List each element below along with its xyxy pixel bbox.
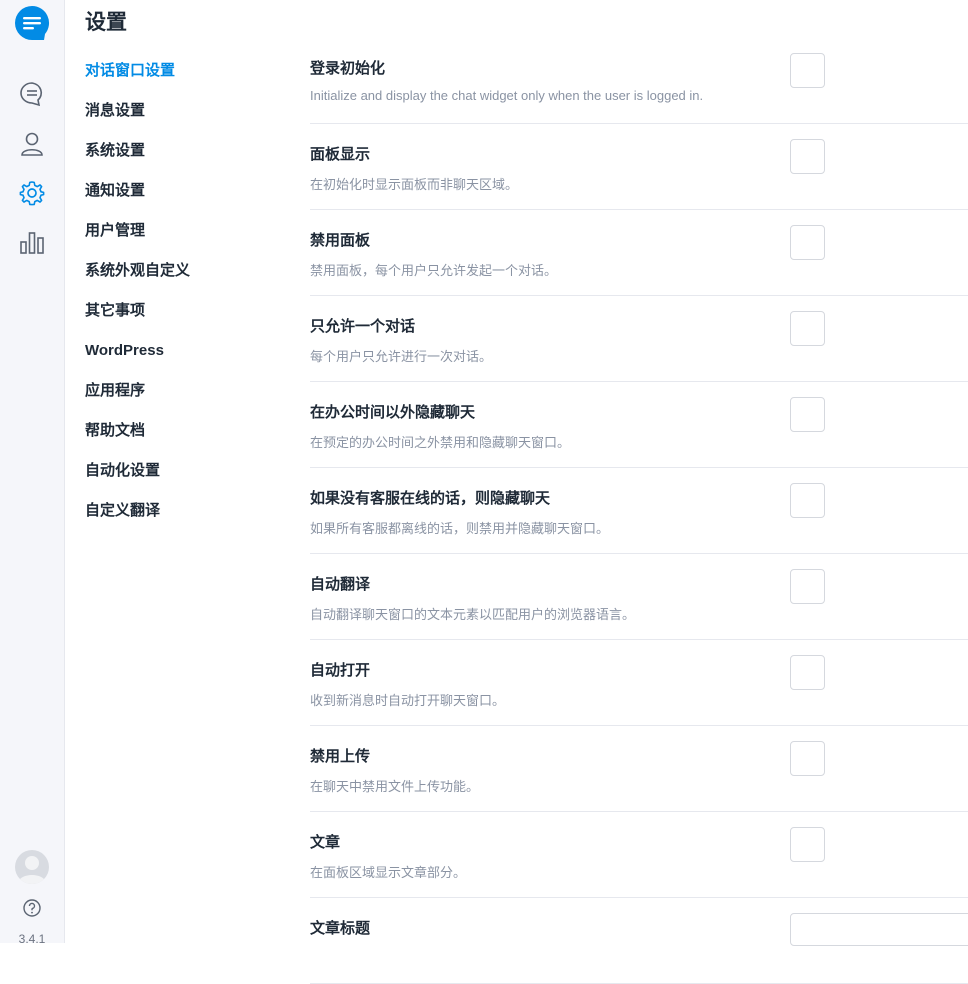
nav-item[interactable]: 用户管理 (85, 220, 190, 260)
setting-description: 在面板区域显示文章部分。 (310, 865, 467, 880)
setting-title: 只允许一个对话 (310, 318, 416, 335)
setting-row: 如果没有客服在线的话，则隐藏聊天如果所有客服都离线的话，则禁用并隐藏聊天窗口。 (310, 468, 968, 554)
setting-row: 文章在面板区域显示文章部分。 (310, 812, 968, 898)
setting-description: 禁用面板，每个用户只允许发起一个对话。 (310, 263, 558, 278)
conversations-icon[interactable] (18, 80, 46, 108)
setting-title: 登录初始化 (310, 60, 386, 77)
setting-checkbox[interactable] (790, 569, 825, 604)
setting-description: 在预定的办公时间之外禁用和隐藏聊天窗口。 (310, 435, 571, 450)
setting-description: 收到新消息时自动打开聊天窗口。 (310, 693, 506, 708)
logo-chat-bubble-icon[interactable] (14, 5, 50, 41)
setting-row: 面板显示在初始化时显示面板而非聊天区域。 (310, 124, 968, 210)
nav-item[interactable]: 自动化设置 (85, 460, 190, 500)
nav-item[interactable]: 通知设置 (85, 180, 190, 220)
nav-item[interactable]: 消息设置 (85, 100, 190, 140)
user-icon[interactable] (18, 130, 46, 158)
setting-row: 在办公时间以外隐藏聊天在预定的办公时间之外禁用和隐藏聊天窗口。 (310, 382, 968, 468)
setting-title: 面板显示 (310, 146, 371, 163)
setting-row: 自动打开收到新消息时自动打开聊天窗口。 (310, 640, 968, 726)
nav-item[interactable]: 帮助文档 (85, 420, 190, 460)
setting-title: 文章标题 (310, 920, 371, 937)
setting-description: 如果所有客服都离线的话，则禁用并隐藏聊天窗口。 (310, 521, 610, 536)
setting-description: 在聊天中禁用文件上传功能。 (310, 779, 480, 794)
setting-title: 自动翻译 (310, 576, 371, 593)
setting-checkbox[interactable] (790, 483, 825, 518)
setting-checkbox[interactable] (790, 311, 825, 346)
setting-title: 文章 (310, 834, 341, 851)
setting-checkbox[interactable] (790, 655, 825, 690)
setting-title: 自动打开 (310, 662, 371, 679)
setting-title: 禁用面板 (310, 232, 371, 249)
settings-section-nav: 对话窗口设置 消息设置 系统设置 通知设置 用户管理 系统外观自定义 其它事项 WordPre… (85, 60, 190, 540)
user-avatar[interactable] (15, 850, 49, 884)
setting-row: 文章标题 (310, 898, 968, 984)
setting-row: 登录初始化 Initialize and display the chat wid… (310, 38, 968, 124)
setting-checkbox[interactable] (790, 53, 825, 88)
gear-icon[interactable] (18, 179, 46, 207)
setting-checkbox[interactable] (790, 397, 825, 432)
setting-text-input[interactable] (790, 913, 968, 946)
setting-description: 自动翻译聊天窗口的文本元素以匹配用户的浏览器语言。 (310, 607, 636, 622)
setting-checkbox[interactable] (790, 827, 825, 862)
nav-item[interactable]: 系统外观自定义 (85, 260, 190, 300)
nav-item[interactable]: 应用程序 (85, 380, 190, 420)
setting-description: Initialize and display the chat widget o… (310, 88, 704, 103)
setting-title: 禁用上传 (310, 748, 371, 765)
setting-row: 禁用上传在聊天中禁用文件上传功能。 (310, 726, 968, 812)
setting-checkbox[interactable] (790, 741, 825, 776)
help-icon[interactable] (22, 898, 42, 918)
setting-description: 每个用户只允许进行一次对话。 (310, 349, 493, 364)
setting-checkbox[interactable] (790, 139, 825, 174)
nav-item[interactable]: 系统设置 (85, 140, 190, 180)
app-version: 3.4.1 (18, 932, 46, 946)
setting-title: 在办公时间以外隐藏聊天 (310, 404, 476, 421)
setting-description: 在初始化时显示面板而非聊天区域。 (310, 177, 519, 192)
setting-row: 禁用面板禁用面板，每个用户只允许发起一个对话。 (310, 210, 968, 296)
nav-item[interactable]: 自定义翻译 (85, 500, 190, 540)
nav-item[interactable]: 其它事项 (85, 300, 190, 340)
page-title: 设置 (85, 11, 127, 34)
setting-title: 如果没有客服在线的话，则隐藏聊天 (310, 490, 551, 507)
nav-item[interactable]: 对话窗口设置 (85, 60, 190, 100)
setting-row: 只允许一个对话每个用户只允许进行一次对话。 (310, 296, 968, 382)
setting-checkbox[interactable] (790, 225, 825, 260)
avatar-placeholder-icon (18, 856, 46, 884)
reports-bar-chart-icon[interactable] (18, 229, 46, 257)
nav-item[interactable]: WordPress (85, 340, 190, 380)
setting-row: 自动翻译自动翻译聊天窗口的文本元素以匹配用户的浏览器语言。 (310, 554, 968, 640)
icon-sidebar: 3.4.1 (0, 0, 65, 946)
settings-list: 登录初始化 Initialize and display the chat wid… (310, 38, 968, 984)
